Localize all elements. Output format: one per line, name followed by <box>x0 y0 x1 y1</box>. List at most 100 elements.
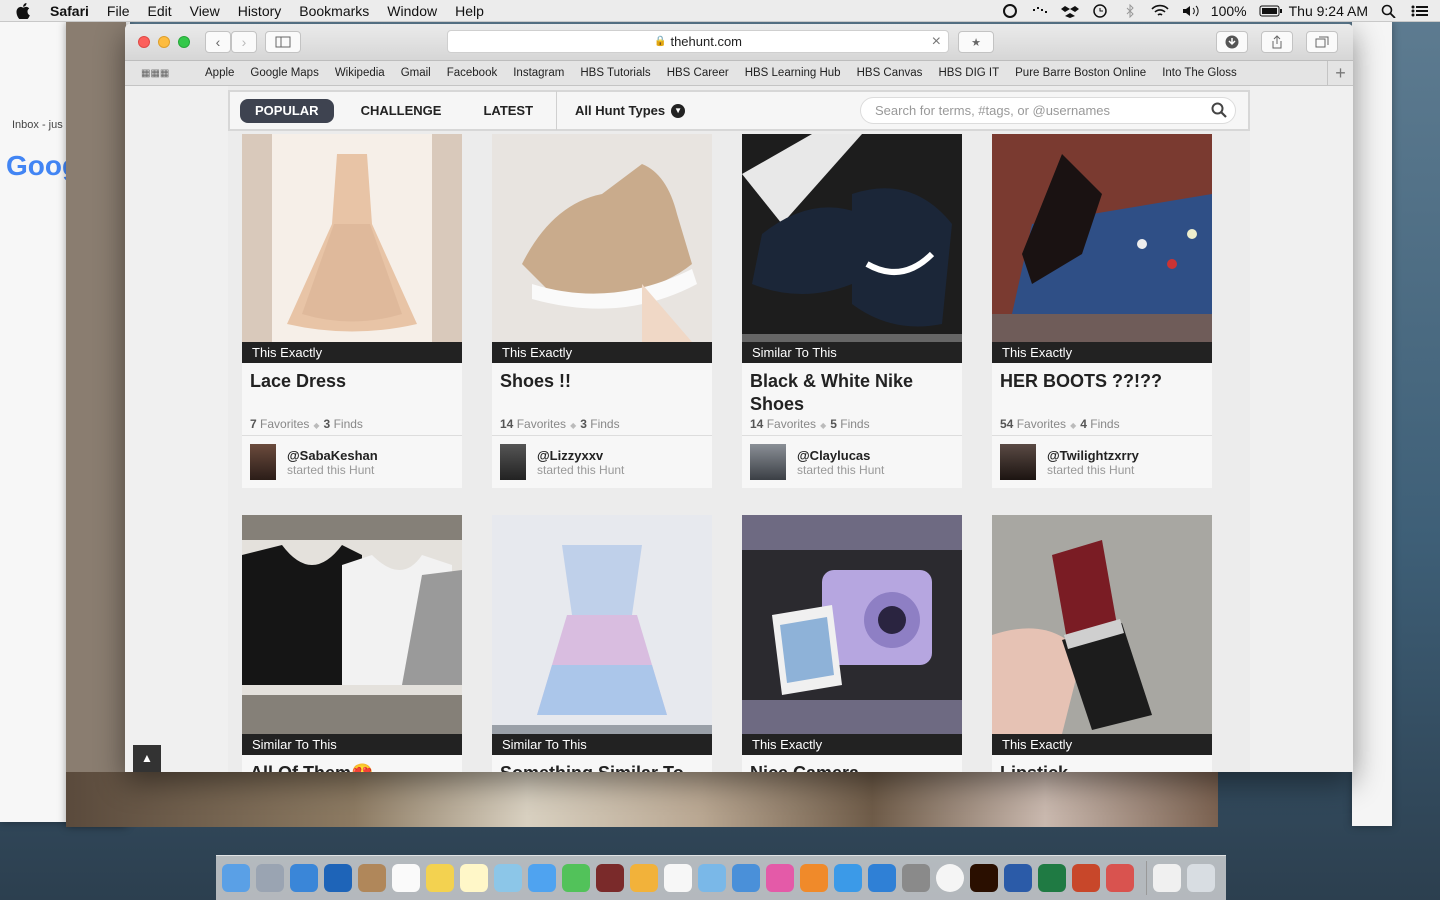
hunt-card[interactable]: Similar To This All Of Them😍 <box>242 515 462 772</box>
hunt-card[interactable]: This Exactly Lace Dress 7 Favorites ◆ 3 Fi… <box>242 134 462 488</box>
menu-bookmarks[interactable]: Bookmarks <box>299 3 369 19</box>
avatar[interactable] <box>500 444 526 480</box>
wifi-icon[interactable] <box>1151 4 1169 18</box>
word-icon[interactable] <box>1004 864 1032 892</box>
close-window-button[interactable] <box>138 36 150 48</box>
spotlight-icon[interactable] <box>1380 4 1398 19</box>
safari-icon[interactable] <box>290 864 318 892</box>
bookmark-into-the-gloss[interactable]: Into The Gloss <box>1162 67 1237 79</box>
hunt-image[interactable] <box>242 515 462 734</box>
contacts-icon[interactable] <box>358 864 386 892</box>
hunt-title[interactable]: Black & White Nike Shoes <box>742 363 962 416</box>
search-input[interactable]: Search for terms, #tags, or @usernames <box>860 97 1236 124</box>
hunt-image[interactable] <box>492 515 712 734</box>
hunt-card[interactable]: Similar To This Something Similar To <box>492 515 712 772</box>
hunt-image[interactable] <box>492 134 712 342</box>
sidebar-button[interactable] <box>265 31 301 53</box>
time-machine-icon[interactable] <box>1091 4 1109 18</box>
illustrator-icon[interactable] <box>970 864 998 892</box>
hunt-author[interactable]: @Twilightzxrry started this Hunt <box>992 436 1212 488</box>
back-button[interactable]: ‹ <box>205 31 231 53</box>
scroll-to-top-button[interactable]: ▲ <box>133 745 161 772</box>
address-bar[interactable]: 🔒 thehunt.com × <box>447 30 949 53</box>
background-window-right[interactable] <box>1352 22 1392 826</box>
bluetooth-icon[interactable] <box>1121 3 1139 19</box>
photo-booth-icon[interactable] <box>596 864 624 892</box>
stop-loading-icon[interactable]: × <box>932 33 941 51</box>
menu-app-name[interactable]: Safari <box>50 3 89 19</box>
bookmark-hbs-learning-hub[interactable]: HBS Learning Hub <box>745 67 841 79</box>
hunt-card[interactable]: Similar To This Black & White Nike Shoes… <box>742 134 962 488</box>
bookmark-hbs-tutorials[interactable]: HBS Tutorials <box>580 67 650 79</box>
dots-icon[interactable] <box>1031 4 1049 18</box>
calendar-icon[interactable] <box>392 864 420 892</box>
migration-icon[interactable] <box>868 864 896 892</box>
keynote-icon[interactable] <box>732 864 760 892</box>
skitch-icon[interactable] <box>1106 864 1134 892</box>
author-username[interactable]: @SabaKeshan <box>287 448 378 463</box>
tab-challenge[interactable]: CHALLENGE <box>346 99 457 123</box>
bookmark-google-maps[interactable]: Google Maps <box>250 67 318 79</box>
avatar[interactable] <box>1000 444 1036 480</box>
dropbox-icon[interactable] <box>1060 4 1079 18</box>
hunt-title[interactable]: All Of Them😍 <box>242 755 462 772</box>
notes-icon[interactable] <box>460 864 488 892</box>
forward-button[interactable]: › <box>231 31 257 53</box>
menu-view[interactable]: View <box>190 3 220 19</box>
hunt-title[interactable]: Lace Dress <box>242 363 462 416</box>
bookmark-instagram[interactable]: Instagram <box>513 67 564 79</box>
tab-latest[interactable]: LATEST <box>468 99 548 123</box>
bookmark-hbs-career[interactable]: HBS Career <box>667 67 729 79</box>
launchpad-icon[interactable] <box>256 864 284 892</box>
hunt-card[interactable]: This Exactly Lipstick <box>992 515 1212 772</box>
hunt-title[interactable]: HER BOOTS ??!?? <box>992 363 1212 416</box>
menu-edit[interactable]: Edit <box>147 3 171 19</box>
author-username[interactable]: @Lizzyxxv <box>537 448 624 463</box>
share-button[interactable] <box>1261 31 1293 53</box>
hunt-title[interactable]: Lipstick <box>992 755 1212 772</box>
zoom-window-button[interactable] <box>178 36 190 48</box>
apple-icon[interactable] <box>16 0 36 22</box>
background-inbox-tab[interactable]: Inbox - jus <box>12 119 63 131</box>
author-username[interactable]: @Claylucas <box>797 448 884 463</box>
hunt-author[interactable]: @Claylucas started this Hunt <box>742 436 962 488</box>
menu-window[interactable]: Window <box>387 3 437 19</box>
preview-icon[interactable] <box>494 864 522 892</box>
downloads-button[interactable] <box>1216 31 1248 53</box>
bookmark-wikipedia[interactable]: Wikipedia <box>335 67 385 79</box>
hunt-image[interactable] <box>742 515 962 734</box>
battery-icon[interactable] <box>1259 4 1282 18</box>
messages-icon[interactable] <box>528 864 556 892</box>
reader-favorites-button[interactable]: ★ <box>958 31 994 53</box>
hunt-types-dropdown[interactable]: All Hunt Types ▼ <box>556 91 703 130</box>
app-store-icon[interactable] <box>834 864 862 892</box>
avatar[interactable] <box>750 444 786 480</box>
bookmark-hbs-canvas[interactable]: HBS Canvas <box>857 67 923 79</box>
hunt-image[interactable] <box>242 134 462 342</box>
notification-center-icon[interactable] <box>1410 4 1428 18</box>
hunt-title[interactable]: Nice Camera <box>742 755 962 772</box>
hunt-author[interactable]: @Lizzyxxv started this Hunt <box>492 436 712 488</box>
hunt-card[interactable]: This Exactly HER BOOTS ??!?? 54 Favorite… <box>992 134 1212 488</box>
hunt-image[interactable] <box>992 134 1212 342</box>
hunt-author[interactable]: @SabaKeshan started this Hunt <box>242 436 462 488</box>
ibooks-icon[interactable] <box>800 864 828 892</box>
avatar[interactable] <box>250 444 276 480</box>
menu-help[interactable]: Help <box>455 3 484 19</box>
background-photo-window[interactable] <box>66 22 126 827</box>
creative-cloud-icon[interactable] <box>1001 4 1019 18</box>
minimize-window-button[interactable] <box>158 36 170 48</box>
numbers-icon[interactable] <box>698 864 726 892</box>
bookmark-gmail[interactable]: Gmail <box>401 67 431 79</box>
itunes-icon[interactable] <box>766 864 794 892</box>
menu-file[interactable]: File <box>107 3 130 19</box>
outlook-icon[interactable] <box>324 864 352 892</box>
stickies-icon[interactable] <box>426 864 454 892</box>
tab-popular[interactable]: POPULAR <box>240 98 334 123</box>
bookmark-hbs-dig-it[interactable]: HBS DIG IT <box>938 67 999 79</box>
bookmark-facebook[interactable]: Facebook <box>447 67 498 79</box>
new-tab-plus-icon[interactable]: + <box>1327 61 1353 86</box>
author-username[interactable]: @Twilightzxrry <box>1047 448 1139 463</box>
finder-icon[interactable] <box>222 864 250 892</box>
hunt-title[interactable]: Shoes !! <box>492 363 712 416</box>
